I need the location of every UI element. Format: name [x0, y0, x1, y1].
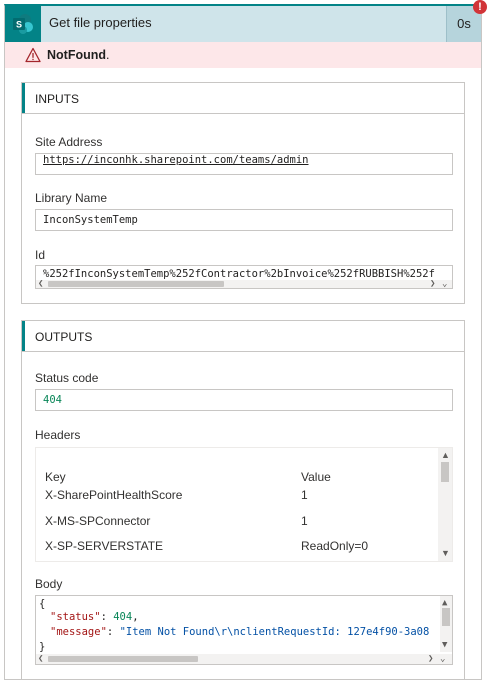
header-key: X-MS-SPConnector: [45, 514, 151, 528]
body-json-field[interactable]: { "status": 404, "message": "Item Not Fo…: [35, 595, 453, 665]
library-name-field[interactable]: InconSystemTemp: [35, 209, 453, 231]
status-code-label: Status code: [35, 371, 99, 385]
headers-table[interactable]: Key Value X-SharePointHealthScore 1 X-MS…: [35, 447, 453, 562]
site-address-label: Site Address: [35, 135, 103, 149]
section-accent: [22, 321, 25, 351]
column-header-key: Key: [45, 470, 66, 484]
header-key: X-SharePointHealthScore: [45, 488, 183, 502]
inputs-header[interactable]: INPUTS: [22, 83, 464, 114]
json-open-brace: {: [39, 598, 46, 610]
outputs-section: OUTPUTS Status code 404 Headers Key Valu…: [21, 320, 465, 679]
scroll-down-icon[interactable]: ▼: [442, 640, 447, 650]
id-value: %252fInconSystemTemp%252fContractor%2bIn…: [43, 268, 435, 280]
svg-text:S: S: [16, 20, 22, 30]
action-title: Get file properties: [49, 15, 152, 30]
id-field[interactable]: %252fInconSystemTemp%252fContractor%2bIn…: [35, 265, 453, 289]
body-label: Body: [35, 577, 63, 591]
inputs-section: INPUTS Site Address https://inconhk.shar…: [21, 82, 465, 304]
id-scroll-thumb[interactable]: [48, 281, 224, 287]
library-name-label: Library Name: [35, 191, 108, 205]
body-scroll-thumb-horizontal[interactable]: [48, 656, 198, 662]
header-value: ReadOnly=0: [301, 539, 369, 553]
header-value: 1: [301, 488, 308, 502]
scroll-down-icon[interactable]: ⌄: [440, 654, 445, 664]
json-message-key: "message": [50, 626, 107, 638]
scroll-left-icon[interactable]: ❮: [38, 279, 43, 288]
json-message-value: "Item Not Found\r\nclientRequestId: 127e…: [119, 626, 430, 638]
sharepoint-app-tile: S: [5, 6, 41, 42]
column-header-value: Value: [301, 470, 331, 484]
error-banner: NotFound.: [5, 42, 481, 68]
id-horizontal-scrollbar[interactable]: ❮ ❯ ⌄: [36, 279, 452, 288]
body-scroll-thumb[interactable]: [442, 608, 450, 626]
scroll-up-icon[interactable]: ▲: [442, 598, 447, 608]
json-message-line: "message": "Item Not Found\r\nclientRequ…: [50, 626, 430, 638]
outputs-header[interactable]: OUTPUTS: [22, 321, 464, 352]
json-status-key: "status": [50, 611, 101, 623]
scroll-right-icon[interactable]: ❯: [428, 654, 433, 664]
status-code-field[interactable]: 404: [35, 389, 453, 411]
body-horizontal-scrollbar[interactable]: ❮ ❯ ⌄: [36, 654, 452, 664]
json-close-brace: }: [39, 641, 46, 653]
sharepoint-icon: S: [13, 14, 33, 34]
action-card: S Get file properties 0s NotFound. INPUT…: [4, 4, 482, 680]
id-label: Id: [35, 248, 46, 262]
scroll-left-icon[interactable]: ❮: [38, 654, 43, 664]
site-address-value: https://inconhk.sharepoint.com/teams/adm…: [43, 154, 309, 166]
scroll-down-icon[interactable]: ▼: [441, 548, 450, 558]
scroll-up-icon[interactable]: ▲: [441, 450, 450, 460]
error-alert-icon: !: [473, 0, 487, 14]
scroll-down-icon[interactable]: ⌄: [442, 279, 447, 288]
header-value: 1: [301, 514, 308, 528]
inputs-title: INPUTS: [35, 92, 80, 106]
status-code-value: 404: [43, 394, 62, 406]
json-status-line: "status": 404,: [50, 611, 139, 623]
section-accent: [22, 83, 25, 113]
body-vertical-scrollbar[interactable]: ▲ ▼: [440, 596, 452, 652]
action-header[interactable]: S Get file properties 0s: [5, 6, 481, 42]
error-code: NotFound: [47, 48, 107, 62]
warning-icon: [25, 47, 41, 63]
library-name-value: InconSystemTemp: [43, 214, 138, 226]
scroll-right-icon[interactable]: ❯: [430, 279, 435, 288]
error-suffix: .: [106, 48, 110, 62]
headers-scroll-thumb[interactable]: [441, 462, 449, 482]
headers-vertical-scrollbar[interactable]: ▲ ▼: [438, 448, 452, 561]
error-message: NotFound.: [47, 48, 110, 62]
json-status-value: 404: [113, 611, 133, 623]
header-key: X-SP-SERVERSTATE: [45, 539, 164, 553]
site-address-field[interactable]: https://inconhk.sharepoint.com/teams/adm…: [35, 153, 453, 175]
headers-label: Headers: [35, 428, 81, 442]
outputs-title: OUTPUTS: [35, 330, 93, 344]
